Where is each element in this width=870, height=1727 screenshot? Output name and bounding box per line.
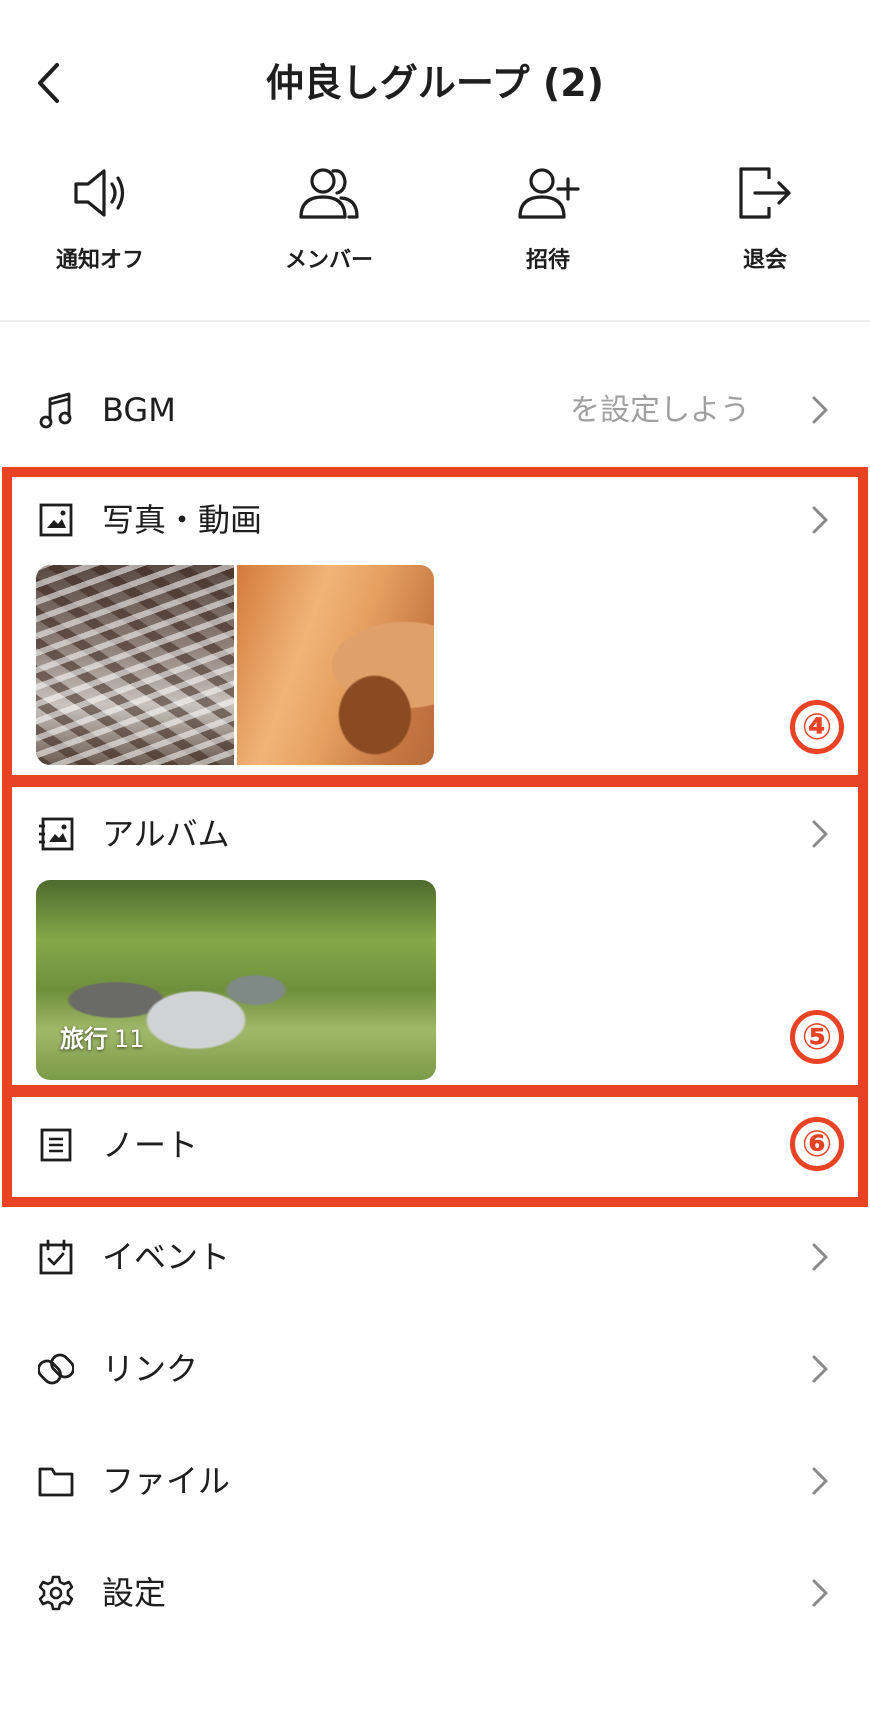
- menu-item-label: BGM: [102, 391, 176, 429]
- notification-off-button[interactable]: 通知オフ: [30, 150, 170, 274]
- exit-icon: [730, 158, 800, 228]
- page-title: 仲良しグループ (2): [265, 61, 605, 105]
- menu-item-label: イベント: [102, 1238, 231, 1276]
- menu-item-label: ファイル: [102, 1462, 231, 1500]
- chevron-right-icon: [808, 1463, 832, 1499]
- action-label: メンバー: [284, 248, 373, 273]
- menu-item-link[interactable]: リンク: [0, 1324, 870, 1414]
- highlight-divider: [2, 1085, 868, 1097]
- bgm-hint: を設定しよう！: [550, 393, 750, 428]
- menu-item-settings[interactable]: 設定: [0, 1548, 870, 1638]
- header: 仲良しグループ (2): [0, 0, 870, 150]
- annotation-badge-5: ⑤: [790, 1010, 844, 1064]
- music-note-icon: [36, 390, 76, 430]
- chevron-right-icon: [808, 392, 832, 428]
- link-icon: [36, 1349, 76, 1389]
- gear-icon: [36, 1573, 76, 1613]
- menu-item-event[interactable]: イベント: [0, 1212, 870, 1302]
- members-button[interactable]: メンバー: [259, 150, 399, 274]
- highlight-divider: [2, 775, 868, 787]
- chevron-right-icon: [808, 1351, 832, 1387]
- calendar-check-icon: [36, 1237, 76, 1277]
- action-label: 退会: [742, 248, 787, 273]
- invite-icon: [513, 158, 583, 228]
- annotation-badge-4: ④: [790, 700, 844, 754]
- members-icon: [294, 158, 364, 228]
- chevron-right-icon: [808, 1239, 832, 1275]
- folder-icon: [36, 1461, 76, 1501]
- action-label: 通知オフ: [55, 248, 144, 273]
- leave-button[interactable]: 退会: [695, 150, 835, 274]
- speaker-icon: [65, 158, 135, 228]
- menu-item-label: 設定: [102, 1574, 167, 1612]
- action-label: 招待: [525, 248, 570, 273]
- menu-item-label: リンク: [102, 1350, 199, 1388]
- annotation-badge-6: ⑥: [790, 1117, 844, 1171]
- chevron-right-icon: [808, 1575, 832, 1611]
- menu-item-file[interactable]: ファイル: [0, 1436, 870, 1526]
- invite-button[interactable]: 招待: [478, 150, 618, 274]
- divider: [0, 320, 870, 322]
- menu-item-bgm[interactable]: BGM を設定しよう！: [0, 365, 870, 455]
- action-bar: 通知オフ メンバー 招待 退会: [0, 150, 870, 300]
